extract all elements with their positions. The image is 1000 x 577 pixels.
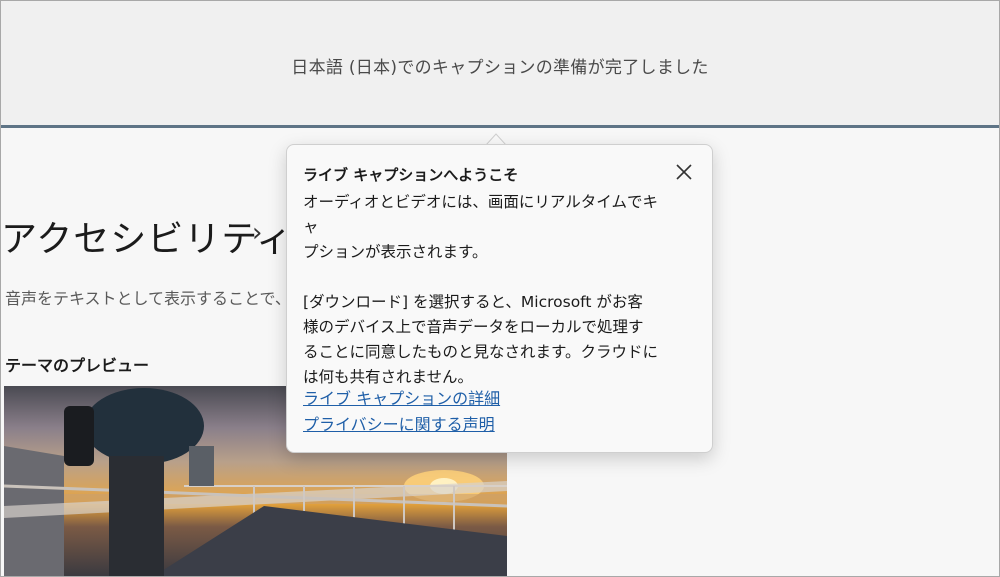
flyout-body-line: オーディオとビデオには、画面にリアルタイムでキャ: [303, 193, 658, 236]
live-caption-welcome-flyout: ライブ キャプションへようこそ オーディオとビデオには、画面にリアルタイムでキャ…: [286, 144, 713, 453]
page-title: アクセシビリティ: [1, 219, 294, 260]
live-caption-details-link[interactable]: ライブ キャプションの詳細: [303, 385, 500, 409]
caption-status-text: 日本語 (日本)でのキャプションの準備が完了しました: [291, 58, 709, 78]
flyout-body: オーディオとビデオには、画面にリアルタイムでキャ プションが表示されます。 [ダ…: [303, 190, 663, 390]
chevron-right-icon[interactable]: ›: [252, 218, 262, 248]
theme-preview-label: テーマのプレビュー: [5, 356, 150, 375]
close-icon: [676, 164, 692, 180]
page-description: 音声をテキストとして表示することで、サ: [5, 289, 295, 308]
app-window: 日本語 (日本)でのキャプションの準備が完了しました アクセシビリティ › 音声…: [0, 0, 1000, 577]
close-button[interactable]: [672, 160, 696, 184]
flyout-body-line: ることに同意したものと見なされます。クラウドに: [303, 343, 658, 361]
flyout-title: ライブ キャプションへようこそ: [303, 166, 519, 184]
flyout-body-line: プションが表示されます。: [303, 243, 488, 261]
flyout-body-line: [ダウンロード] を選択すると、Microsoft がお客: [303, 293, 643, 311]
flyout-body-line: 様のデバイス上で音声データをローカルで処理す: [303, 318, 644, 336]
live-caption-bar: 日本語 (日本)でのキャプションの準備が完了しました: [1, 1, 999, 125]
privacy-statement-link[interactable]: プライバシーに関する声明: [303, 411, 495, 435]
